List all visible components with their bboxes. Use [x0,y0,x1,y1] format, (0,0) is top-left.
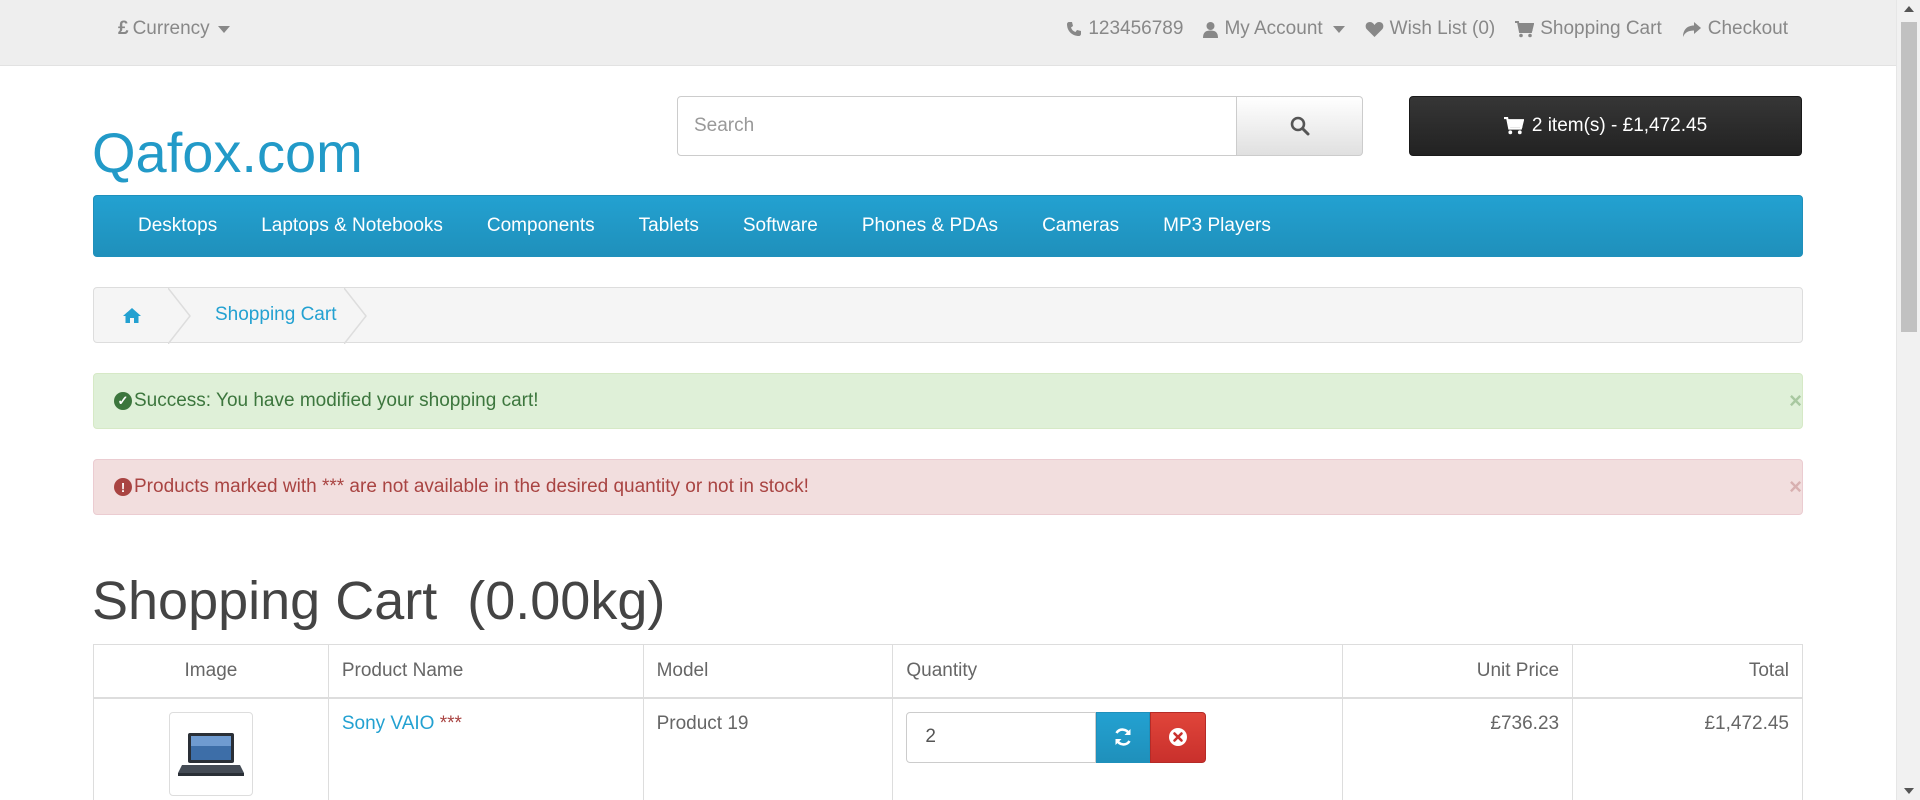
model-cell: Product 19 [642,697,894,800]
search-input[interactable] [677,96,1237,156]
quantity-group [906,711,1329,763]
menu-item-phones-pdas[interactable]: Phones & PDAs [840,215,1020,237]
heart-icon [1365,21,1384,37]
top-bar: £ Currency 123456789 My Account Wish Lis… [0,0,1896,66]
menu-item-tablets[interactable]: Tablets [617,215,721,237]
danger-message: Products marked with *** are not availab… [134,476,809,497]
check-circle-icon: ✓ [114,392,132,410]
total-cell: £1,472.45 [1572,697,1803,800]
cart-icon [1515,20,1535,37]
main-menu: Desktops Laptops & Notebooks Components … [93,195,1803,257]
header-product-name: Product Name [327,644,644,699]
currency-symbol: £ [118,18,129,39]
remove-button[interactable] [1150,711,1207,763]
update-button[interactable] [1096,711,1151,763]
quantity-cell [892,697,1344,800]
search-icon [1290,116,1309,136]
caret-down-icon [1332,25,1345,33]
danger-alert: ! Products marked with *** are not avail… [93,459,1803,515]
my-account-label: My Account [1224,18,1323,39]
header-quantity: Quantity [892,644,1344,699]
search-bar [677,96,1363,156]
scroll-down-arrow-icon[interactable] [1904,788,1914,794]
product-link[interactable]: Sony VAIO [342,713,435,734]
product-name-cell: Sony VAIO *** [327,697,644,800]
menu-item-cameras[interactable]: Cameras [1020,215,1141,237]
cart-table: Image Product Name Model Quantity Unit P… [93,644,1803,800]
share-icon [1682,21,1701,37]
phone-link[interactable]: 123456789 [1066,18,1183,40]
close-icon[interactable]: × [1789,474,1802,500]
shopping-cart-label: Shopping Cart [1540,18,1662,39]
out-of-stock-marker: *** [439,712,462,734]
caret-down-icon [217,25,230,33]
laptop-image [177,732,244,776]
currency-label: Currency [132,18,210,39]
times-circle-icon [1169,728,1188,746]
shopping-cart-link[interactable]: Shopping Cart [1515,18,1662,40]
wish-list-label: Wish List (0) [1389,18,1496,39]
menu-item-desktops[interactable]: Desktops [116,215,239,237]
checkout-label: Checkout [1707,18,1788,39]
breadcrumb-shopping-cart[interactable]: Shopping Cart [170,288,366,342]
home-icon [123,307,141,323]
quantity-input[interactable] [906,711,1097,763]
refresh-icon [1115,728,1132,746]
menu-item-laptops-notebooks[interactable]: Laptops & Notebooks [239,215,465,237]
menu-item-software[interactable]: Software [721,215,840,237]
breadcrumb-separator [344,288,367,344]
breadcrumb: Shopping Cart [93,287,1803,344]
cart-icon [1503,117,1524,135]
user-icon [1203,21,1219,38]
wish-list-link[interactable]: Wish List (0) [1365,18,1496,40]
table-row: Sony VAIO *** Product 19 2 £736.23 £1,47… [93,697,1803,800]
breadcrumb-home[interactable] [94,288,170,342]
cart-total-label: 2 item(s) - £1,472.45 [1531,115,1708,136]
header-unit-price: Unit Price [1342,644,1574,699]
phone-icon [1067,22,1082,36]
cart-total-button[interactable]: 2 item(s) - £1,472.45 [1409,96,1802,156]
my-account-dropdown[interactable]: My Account [1203,18,1345,40]
menu-item-mp3-players[interactable]: MP3 Players [1141,215,1293,237]
scrollbar-thumb[interactable] [1901,22,1917,332]
menu-item-components[interactable]: Components [465,215,617,237]
page-scrollbar[interactable] [1896,0,1920,800]
top-links: 123456789 My Account Wish List (0) Shopp… [1066,18,1788,40]
page-title: Shopping Cart (0.00kg) [92,571,666,631]
header-image: Image [93,644,329,699]
product-thumbnail[interactable] [168,711,253,796]
phone-number: 123456789 [1088,18,1184,39]
header-total: Total [1572,644,1803,699]
checkout-link[interactable]: Checkout [1682,18,1788,40]
table-header-row: Image Product Name Model Quantity Unit P… [93,644,1803,699]
exclamation-circle-icon: ! [114,478,132,496]
site-logo[interactable]: Qafox.com [92,120,363,185]
header-model: Model [642,644,894,699]
unit-price-cell: £736.23 [1342,697,1574,800]
close-icon[interactable]: × [1789,388,1802,414]
search-button[interactable] [1237,96,1363,156]
success-message: Success: You have modified your shopping… [134,390,539,411]
success-alert: ✓ Success: You have modified your shoppi… [93,373,1803,429]
scroll-up-arrow-icon[interactable] [1904,6,1914,12]
currency-dropdown[interactable]: £ Currency [118,18,230,40]
product-image-cell [93,697,329,800]
